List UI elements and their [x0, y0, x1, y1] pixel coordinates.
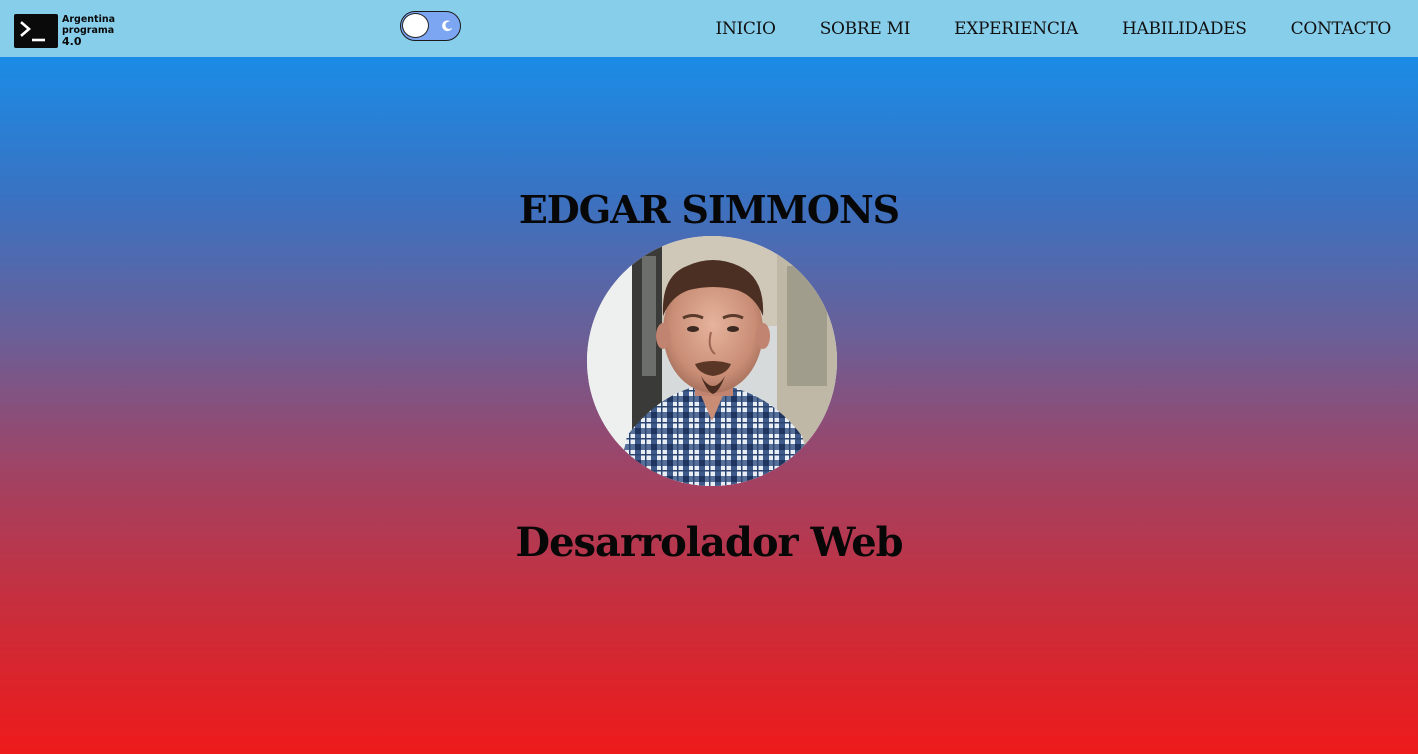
nav-link-experiencia[interactable]: EXPERIENCIA [954, 19, 1078, 39]
toggle-knob [402, 13, 429, 38]
brand-logo[interactable]: Argentina programa 4.0 [14, 14, 115, 48]
nav-link-inicio[interactable]: INICIO [716, 19, 776, 39]
brand-text-version: 4.0 [62, 35, 82, 48]
brand-text: Argentina programa 4.0 [62, 14, 116, 48]
hero-section: EDGAR SIMMONS Desarrolador Web [0, 57, 1418, 754]
hero-name: EDGAR SIMMONS [518, 187, 900, 232]
terminal-prompt-icon [14, 14, 58, 48]
theme-toggle[interactable] [400, 11, 461, 41]
hero-role: Desarrolador Web [515, 519, 903, 566]
moon-icon [442, 20, 453, 32]
brand-text-line-1: Argentina [62, 14, 116, 25]
profile-photo [587, 236, 837, 486]
navbar: Argentina programa 4.0 INICIO SOBRE MI E… [0, 0, 1418, 57]
nav-link-contacto[interactable]: CONTACTO [1291, 19, 1392, 39]
nav-link-habilidades[interactable]: HABILIDADES [1122, 19, 1247, 39]
main-nav: INICIO SOBRE MI EXPERIENCIA HABILIDADES … [716, 0, 1392, 57]
nav-link-sobre-mi[interactable]: SOBRE MI [820, 19, 911, 39]
